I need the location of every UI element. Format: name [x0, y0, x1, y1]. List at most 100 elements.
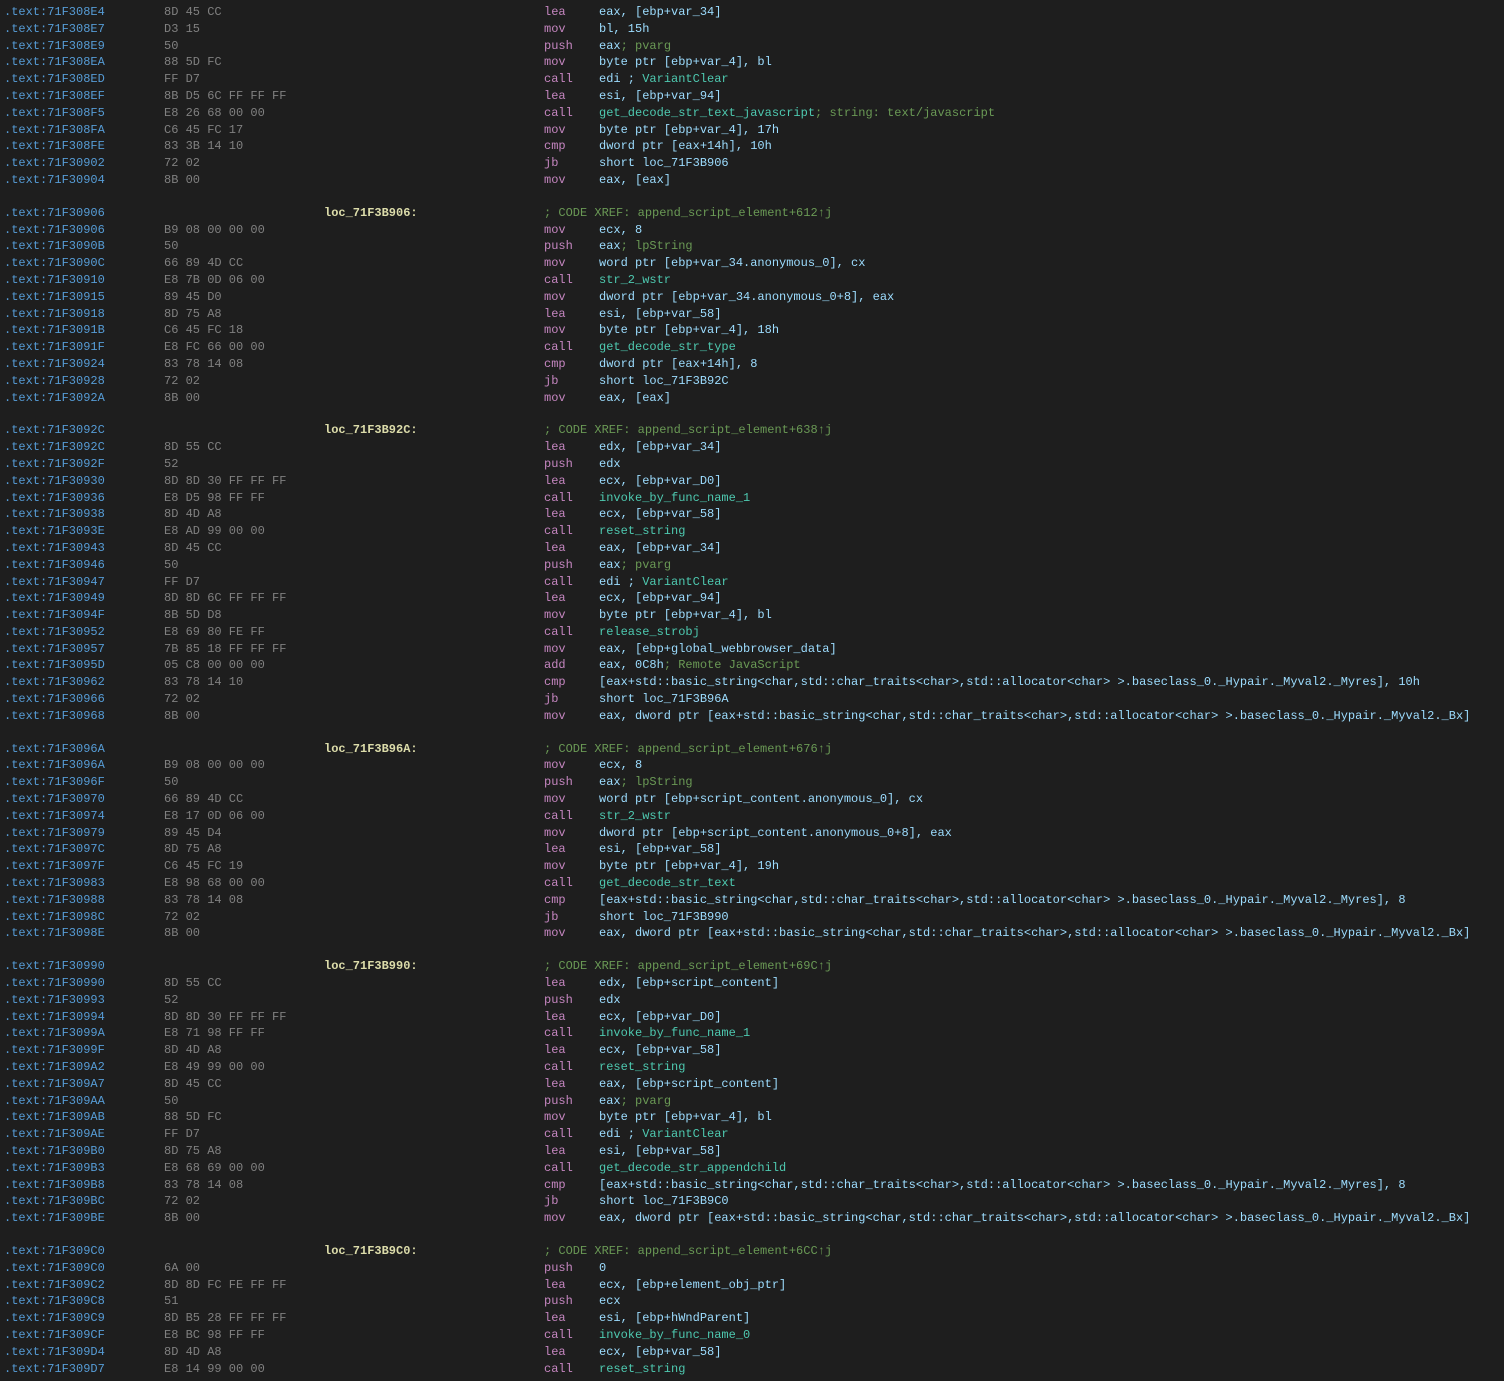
line-mnem: mov: [544, 708, 599, 725]
disasm-line[interactable]: .text:71F309498D 8D 6C FF FF FFleaecx, […: [0, 590, 1504, 607]
disasm-line[interactable]: .text:71F309CFE8 BC 98 FF FFcallinvoke_b…: [0, 1327, 1504, 1344]
line-operands: release_strobj: [599, 624, 1500, 641]
disasm-line[interactable]: .text:71F308F5E8 26 68 00 00callget_deco…: [0, 105, 1504, 122]
disasm-line[interactable]: .text:71F3090B50pusheax; lpString: [0, 238, 1504, 255]
line-bytes: 72 02: [164, 155, 324, 172]
disasm-line[interactable]: .text:71F308EA88 5D FCmovbyte ptr [ebp+v…: [0, 54, 1504, 71]
line-addr: .text:71F3099A: [4, 1025, 164, 1042]
disasm-line[interactable]: .text:71F3099F8D 4D A8leaecx, [ebp+var_5…: [0, 1042, 1504, 1059]
disasm-line[interactable]: .text:71F309B3E8 68 69 00 00callget_deco…: [0, 1160, 1504, 1177]
disasm-line[interactable]: .text:71F309AEFF D7calledi ; VariantClea…: [0, 1126, 1504, 1143]
disasm-line[interactable]: .text:71F309388D 4D A8leaecx, [ebp+var_5…: [0, 506, 1504, 523]
line-addr: .text:71F3096F: [4, 774, 164, 791]
line-operands: esi, [ebp+var_94]: [599, 88, 1500, 105]
disasm-line[interactable]: .text:71F3096Aloc_71F3B96A:; CODE XREF: …: [0, 741, 1504, 758]
disasm-line[interactable]: .text:71F30983E8 98 68 00 00callget_deco…: [0, 875, 1504, 892]
disasm-line[interactable]: .text:71F3092483 78 14 08cmpdword ptr [e…: [0, 356, 1504, 373]
disasm-line[interactable]: .text:71F30906loc_71F3B906:; CODE XREF: …: [0, 205, 1504, 222]
line-operands: byte ptr [ebp+var_4], 18h: [599, 322, 1500, 339]
disasm-line[interactable]: .text:71F3094650pusheax; pvarg: [0, 557, 1504, 574]
disasm-line[interactable]: [0, 406, 1504, 422]
disasm-line[interactable]: .text:71F309908D 55 CCleaedx, [ebp+scrip…: [0, 975, 1504, 992]
disasm-line[interactable]: .text:71F3091FE8 FC 66 00 00callget_deco…: [0, 339, 1504, 356]
disasm-line[interactable]: .text:71F3092Cloc_71F3B92C:; CODE XREF: …: [0, 422, 1504, 439]
disasm-line[interactable]: .text:71F309A2E8 49 99 00 00callreset_st…: [0, 1059, 1504, 1076]
line-bytes: 8D 45 CC: [164, 1076, 324, 1093]
disasm-line[interactable]: .text:71F309AB88 5D FCmovbyte ptr [ebp+v…: [0, 1109, 1504, 1126]
disasm-line[interactable]: [0, 189, 1504, 205]
disasm-line[interactable]: .text:71F3092A8B 00moveax, [eax]: [0, 390, 1504, 407]
disasm-line[interactable]: .text:71F3097989 45 D4movdword ptr [ebp+…: [0, 825, 1504, 842]
disasm-line[interactable]: [0, 725, 1504, 741]
line-mnem: call: [544, 490, 599, 507]
line-operands: edx: [599, 456, 1500, 473]
line-bytes: 83 78 14 08: [164, 1177, 324, 1194]
disasm-line[interactable]: .text:71F3096672 02jbshort loc_71F3B96A: [0, 691, 1504, 708]
disasm-line[interactable]: .text:71F308E950pusheax; pvarg: [0, 38, 1504, 55]
disasm-line[interactable]: .text:71F308E7D3 15movbl, 15h: [0, 21, 1504, 38]
disasm-line[interactable]: .text:71F308EDFF D7calledi ; VariantClea…: [0, 71, 1504, 88]
disasm-line[interactable]: .text:71F3096283 78 14 10cmp[eax+std::ba…: [0, 674, 1504, 691]
disasm-line[interactable]: .text:71F309948D 8D 30 FF FF FFleaecx, […: [0, 1009, 1504, 1026]
disasm-line[interactable]: .text:71F309688B 00moveax, dword ptr [ea…: [0, 708, 1504, 725]
disasm-line[interactable]: .text:71F309C06A 00push0: [0, 1260, 1504, 1277]
line-mnem: cmp: [544, 1177, 599, 1194]
disasm-line[interactable]: .text:71F3095D05 C8 00 00 00addeax, 0C8h…: [0, 657, 1504, 674]
disasm-line[interactable]: .text:71F30910E8 7B 0D 06 00callstr_2_ws…: [0, 272, 1504, 289]
disasm-line[interactable]: .text:71F309BC72 02jbshort loc_71F3B9C0: [0, 1193, 1504, 1210]
disasm-line[interactable]: .text:71F309188D 75 A8leaesi, [ebp+var_5…: [0, 306, 1504, 323]
disasm-line[interactable]: .text:71F308E48D 45 CCleaeax, [ebp+var_3…: [0, 4, 1504, 21]
disasm-line[interactable]: .text:71F3099352pushedx: [0, 992, 1504, 1009]
disasm-line[interactable]: .text:71F3092C8D 55 CCleaedx, [ebp+var_3…: [0, 439, 1504, 456]
disasm-line[interactable]: .text:71F3094F8B 5D D8movbyte ptr [ebp+v…: [0, 607, 1504, 624]
disasm-line[interactable]: .text:71F309048B 00moveax, [eax]: [0, 172, 1504, 189]
disasm-line[interactable]: .text:71F3092872 02jbshort loc_71F3B92C: [0, 373, 1504, 390]
disasm-line[interactable]: .text:71F309A78D 45 CCleaeax, [ebp+scrip…: [0, 1076, 1504, 1093]
disasm-line[interactable]: .text:71F309C28D 8D FC FE FF FFleaecx, […: [0, 1277, 1504, 1294]
line-mnem: call: [544, 1327, 599, 1344]
disasm-line[interactable]: .text:71F309C851pushecx: [0, 1293, 1504, 1310]
disasm-line[interactable]: .text:71F309B883 78 14 08cmp[eax+std::ba…: [0, 1177, 1504, 1194]
disasm-line[interactable]: .text:71F3096F50pusheax; lpString: [0, 774, 1504, 791]
line-operands: eax; lpString: [599, 238, 1500, 255]
disasm-line[interactable]: .text:71F309D7E8 14 99 00 00callreset_st…: [0, 1361, 1504, 1378]
disasm-line[interactable]: .text:71F3090272 02jbshort loc_71F3B906: [0, 155, 1504, 172]
disasm-line[interactable]: .text:71F309BE8B 00moveax, dword ptr [ea…: [0, 1210, 1504, 1227]
line-mnem: push: [544, 456, 599, 473]
disasm-line[interactable]: .text:71F30952E8 69 80 FE FFcallrelease_…: [0, 624, 1504, 641]
disasm-line[interactable]: .text:71F3098883 78 14 08cmp[eax+std::ba…: [0, 892, 1504, 909]
disasm-line[interactable]: .text:71F309C0loc_71F3B9C0:; CODE XREF: …: [0, 1243, 1504, 1260]
disasm-line[interactable]: .text:71F308EF8B D5 6C FF FF FFleaesi, […: [0, 88, 1504, 105]
disasm-line[interactable]: .text:71F3090C66 89 4D CCmovword ptr [eb…: [0, 255, 1504, 272]
disasm-line[interactable]: .text:71F308FE83 3B 14 10cmpdword ptr [e…: [0, 138, 1504, 155]
disasm-line[interactable]: .text:71F30947FF D7calledi ; VariantClea…: [0, 574, 1504, 591]
disasm-line[interactable]: .text:71F308FAC6 45 FC 17movbyte ptr [eb…: [0, 122, 1504, 139]
disasm-line[interactable]: .text:71F309438D 45 CCleaeax, [ebp+var_3…: [0, 540, 1504, 557]
disasm-line[interactable]: .text:71F309D48D 4D A8leaecx, [ebp+var_5…: [0, 1344, 1504, 1361]
disasm-line[interactable]: .text:71F3097C8D 75 A8leaesi, [ebp+var_5…: [0, 841, 1504, 858]
disasm-line[interactable]: .text:71F3091BC6 45 FC 18movbyte ptr [eb…: [0, 322, 1504, 339]
disasm-line[interactable]: .text:71F3097066 89 4D CCmovword ptr [eb…: [0, 791, 1504, 808]
line-bytes: C6 45 FC 17: [164, 122, 324, 139]
disasm-line[interactable]: .text:71F30974E8 17 0D 06 00callstr_2_ws…: [0, 808, 1504, 825]
disasm-line[interactable]: .text:71F309C98D B5 28 FF FF FFleaesi, […: [0, 1310, 1504, 1327]
line-bytes: 66 89 4D CC: [164, 791, 324, 808]
disasm-line[interactable]: .text:71F309308D 8D 30 FF FF FFleaecx, […: [0, 473, 1504, 490]
disasm-line[interactable]: .text:71F3092F52pushedx: [0, 456, 1504, 473]
disasm-line[interactable]: .text:71F3091589 45 D0movdword ptr [ebp+…: [0, 289, 1504, 306]
disasm-line[interactable]: .text:71F3097FC6 45 FC 19movbyte ptr [eb…: [0, 858, 1504, 875]
disasm-line[interactable]: .text:71F30990loc_71F3B990:; CODE XREF: …: [0, 958, 1504, 975]
line-addr: .text:71F30979: [4, 825, 164, 842]
disasm-line[interactable]: .text:71F309AA50pusheax; pvarg: [0, 1093, 1504, 1110]
disasm-line[interactable]: .text:71F309577B 85 18 FF FF FFmoveax, […: [0, 641, 1504, 658]
disasm-line[interactable]: .text:71F30936E8 D5 98 FF FFcallinvoke_b…: [0, 490, 1504, 507]
disasm-line[interactable]: .text:71F3093EE8 AD 99 00 00callreset_st…: [0, 523, 1504, 540]
disasm-line[interactable]: [0, 1227, 1504, 1243]
disasm-line[interactable]: .text:71F309B08D 75 A8leaesi, [ebp+var_5…: [0, 1143, 1504, 1160]
disasm-line[interactable]: .text:71F3099AE8 71 98 FF FFcallinvoke_b…: [0, 1025, 1504, 1042]
disasm-line[interactable]: .text:71F3098C72 02jbshort loc_71F3B990: [0, 909, 1504, 926]
disasm-line[interactable]: .text:71F3096AB9 08 00 00 00movecx, 8: [0, 757, 1504, 774]
disasm-line[interactable]: [0, 942, 1504, 958]
disasm-line[interactable]: .text:71F3098E8B 00moveax, dword ptr [ea…: [0, 925, 1504, 942]
disasm-line[interactable]: .text:71F30906B9 08 00 00 00movecx, 8: [0, 222, 1504, 239]
